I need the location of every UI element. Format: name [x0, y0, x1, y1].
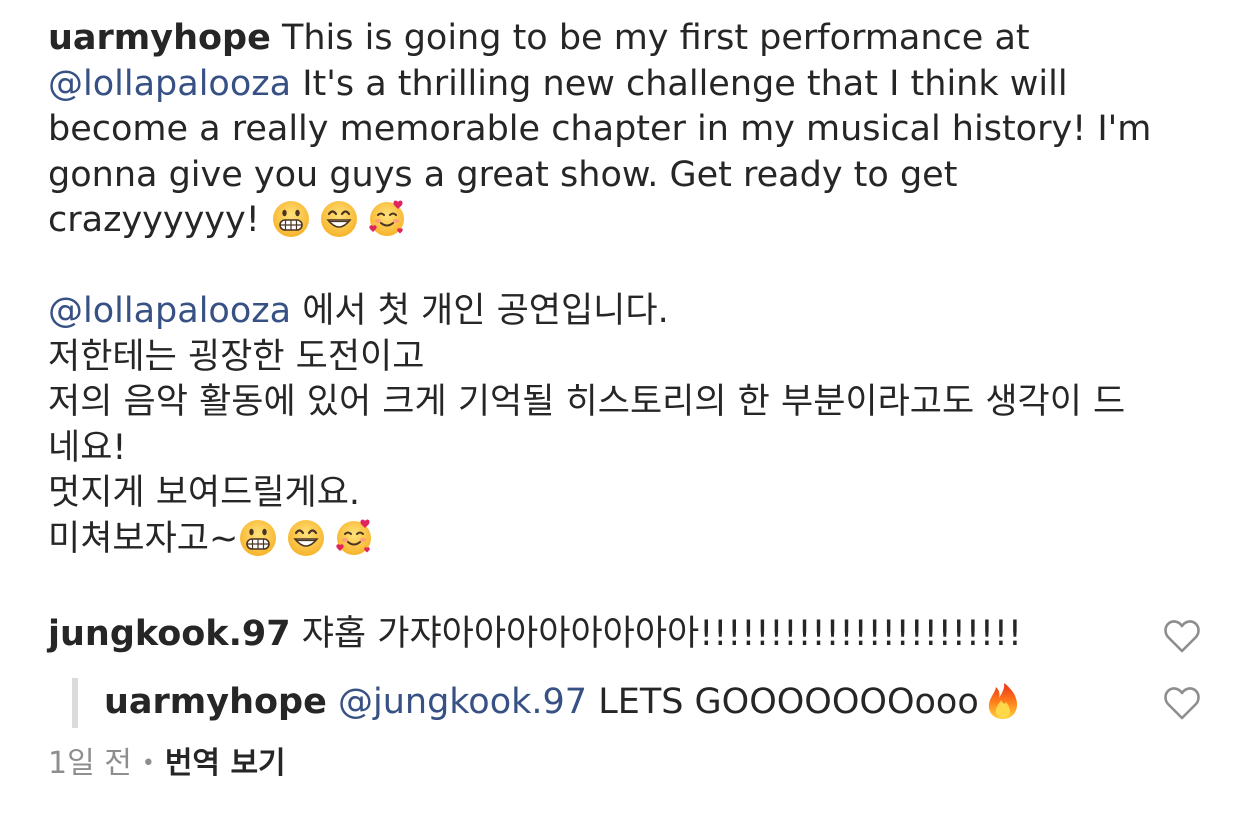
- comment-meta: 1일 전 • 번역 보기: [48, 744, 286, 784]
- grinning-face-smiling-eyes-emoji: [320, 201, 357, 237]
- caption-line-3: become a really memorable chapter in my …: [48, 109, 1152, 149]
- mention-lollapalooza-ko[interactable]: @lollapalooza: [48, 291, 291, 331]
- heart-outline-icon[interactable]: [1162, 616, 1202, 656]
- caption-line-5: crazyyyyyy!: [48, 198, 1198, 244]
- caption-line-ko-4: 네요!: [48, 427, 127, 468]
- caption-text-ko-1: 에서 첫 개인 공연입니다.: [291, 291, 669, 331]
- mention-lollapalooza[interactable]: @lollapalooza: [48, 64, 291, 104]
- caption-text-5: crazyyyyyy!: [48, 200, 271, 240]
- heart-outline-icon[interactable]: [1162, 683, 1202, 723]
- timestamp: 1일 전: [48, 746, 132, 781]
- reply-username[interactable]: uarmyhope: [104, 682, 327, 722]
- caption-text-1: This is going to be my first performance…: [270, 18, 1030, 58]
- grinning-face-smiling-eyes-emoji-ko: [288, 519, 325, 556]
- caption-line-ko-6: 미쳐보자고~: [48, 517, 1198, 563]
- reply-thread-bar: [72, 678, 78, 728]
- grimacing-face-emoji-ko: [240, 519, 277, 556]
- comment-jungkook: jungkook.97 쟈홉 가쟈아아아아아아아아!!!!!!!!!!!!!!!…: [48, 612, 1168, 657]
- reply-text: LETS GOOOOOOOooo: [587, 682, 979, 722]
- caption-text-2: It's a thrilling new challenge that I th…: [291, 63, 1068, 104]
- meta-separator: •: [141, 751, 155, 776]
- mention-jungkook[interactable]: @jungkook.97: [338, 682, 587, 722]
- reply-uarmyhope: uarmyhope @jungkook.97 LETS GOOOOOOOooo: [104, 680, 1164, 725]
- comment-text: 쟈홉 가쟈아아아아아아아아!!!!!!!!!!!!!!!!!!!!!!!: [290, 614, 1022, 654]
- see-translation-button[interactable]: 번역 보기: [165, 746, 286, 781]
- caption-line-2: @lollapalooza It's a thrilling new chall…: [48, 62, 1198, 108]
- grimacing-face-emoji: [272, 201, 309, 237]
- comment-username[interactable]: jungkook.97: [48, 614, 291, 654]
- caption-line-ko-3: 저의 음악 활동에 있어 크게 기억될 히스토리의 한 부분이라고도 생각이 드: [48, 382, 1126, 422]
- caption-username[interactable]: uarmyhope: [48, 18, 271, 58]
- caption-line-ko-5: 멋지게 보여드릴게요.: [48, 473, 361, 513]
- post-caption: uarmyhope This is going to be my first p…: [48, 16, 1198, 562]
- caption-line-ko-2: 저한테는 굉장한 도전이고: [48, 336, 425, 377]
- caption-line-1: uarmyhope This is going to be my first p…: [48, 16, 1198, 62]
- caption-line-4: gonna give you guys a great show. Get re…: [48, 154, 958, 195]
- caption-line-ko-1: @lollapalooza 에서 첫 개인 공연입니다.: [48, 289, 1198, 335]
- fire-emoji: [988, 683, 1017, 719]
- smiling-face-with-hearts-emoji: [369, 200, 404, 236]
- smiling-face-with-hearts-emoji-ko: [336, 519, 372, 555]
- caption-text-ko-6: 미쳐보자고~: [48, 518, 239, 559]
